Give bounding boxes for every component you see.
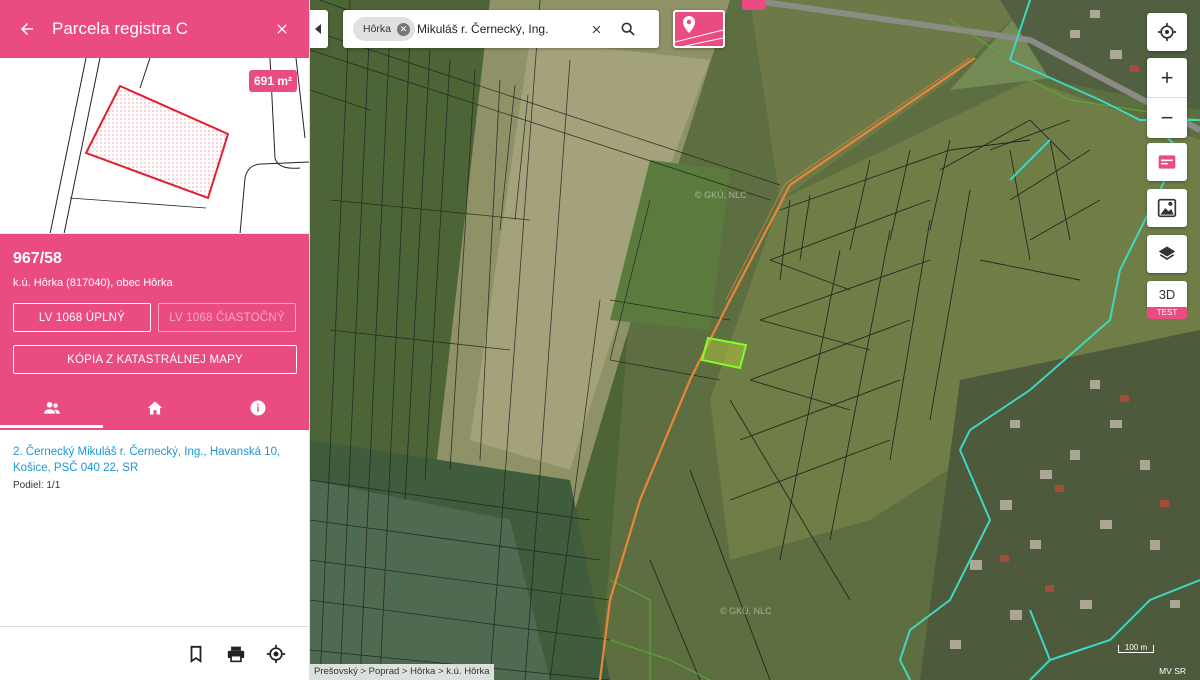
map-scale: 100 m (1118, 644, 1154, 653)
test-badge: TEST (1147, 307, 1187, 319)
3d-button[interactable]: 3D (1147, 281, 1187, 307)
location-breadcrumb[interactable]: Prešovský > Poprad > Hôrka > k.ú. Hôrka (310, 664, 494, 680)
geolocate-button[interactable] (1147, 13, 1187, 51)
panel-title: Parcela registra C (52, 19, 189, 38)
panel-tabs (0, 388, 309, 428)
basemap-button[interactable] (1147, 189, 1187, 227)
close-icon[interactable] (269, 16, 295, 42)
search-bar[interactable]: Hôrka ✕ Černecký Mikuláš r. Černecký, In… (343, 10, 659, 48)
panel-header: Parcela registra C (0, 0, 309, 58)
zoom-out-button[interactable]: − (1147, 98, 1187, 138)
bookmark-icon[interactable] (183, 641, 209, 667)
print-icon[interactable] (223, 641, 249, 667)
parcel-number: 967/58 (13, 250, 62, 267)
search-chip-label: Hôrka (363, 23, 392, 35)
collapse-panel-button[interactable] (310, 10, 328, 48)
search-chip[interactable]: Hôrka ✕ (353, 17, 416, 41)
map-pin-icon (675, 16, 723, 46)
map-view[interactable]: © GKÚ, NLC © GKÚ, NLC Hôrka ✕ Černecký M… (310, 0, 1200, 680)
aerial-map-canvas[interactable] (310, 0, 1200, 680)
parcel-layer-button[interactable] (1147, 143, 1187, 181)
zoom-control: + − (1147, 58, 1187, 138)
tab-property[interactable] (103, 388, 206, 428)
map-attribution: MV SR (1159, 666, 1186, 676)
search-icon[interactable] (615, 16, 641, 42)
crosshair-icon (1157, 22, 1177, 42)
area-badge: 691 m² (248, 70, 297, 92)
panel-footer (0, 626, 309, 680)
owner-entry: 2. Černecký Mikuláš r. Černecký, Ing., H… (0, 430, 309, 505)
image-map-icon (1157, 198, 1177, 218)
lv-partial-button[interactable]: LV 1068 ČIASTOČNÝ (158, 303, 296, 332)
parcel-preview-map: 691 m² (0, 58, 309, 234)
parcel-info: 967/58 k.ú. Hôrka (817040), obec Hôrka L… (0, 234, 309, 430)
home-icon (147, 401, 162, 415)
zoom-in-button[interactable]: + (1147, 58, 1187, 98)
locate-target-icon[interactable] (263, 641, 289, 667)
chip-remove-icon[interactable]: ✕ (397, 22, 411, 36)
info-icon (250, 400, 265, 416)
back-arrow-icon[interactable] (14, 16, 40, 42)
tab-owners[interactable] (0, 388, 103, 428)
owner-link[interactable]: 2. Černecký Mikuláš r. Černecký, Ing., H… (13, 444, 296, 476)
lv-full-button[interactable]: LV 1068 ÚPLNÝ (13, 303, 151, 332)
owner-share: Podiel: 1/1 (13, 480, 61, 491)
people-icon (43, 402, 60, 414)
top-pull-tab[interactable] (742, 0, 766, 10)
map-copy-button[interactable]: KÓPIA Z KATASTRÁLNEJ MAPY (13, 345, 297, 374)
layers-button[interactable] (1147, 235, 1187, 273)
parcel-location: k.ú. Hôrka (817040), obec Hôrka (13, 277, 173, 289)
chevron-left-icon (315, 24, 321, 34)
clear-search-icon[interactable] (583, 16, 609, 42)
search-input[interactable]: Černecký Mikuláš r. Černecký, Ing. (407, 22, 577, 36)
parcel-card-icon (1158, 155, 1176, 169)
map-watermark: © GKÚ, NLC (720, 606, 772, 616)
tab-info[interactable] (206, 388, 309, 428)
location-pick-button[interactable] (673, 10, 725, 48)
parcel-panel: Parcela registra C 691 m² 967/58 k.ú. Hô… (0, 0, 310, 680)
map-watermark: © GKÚ, NLC (695, 190, 747, 200)
layers-icon (1158, 246, 1176, 260)
